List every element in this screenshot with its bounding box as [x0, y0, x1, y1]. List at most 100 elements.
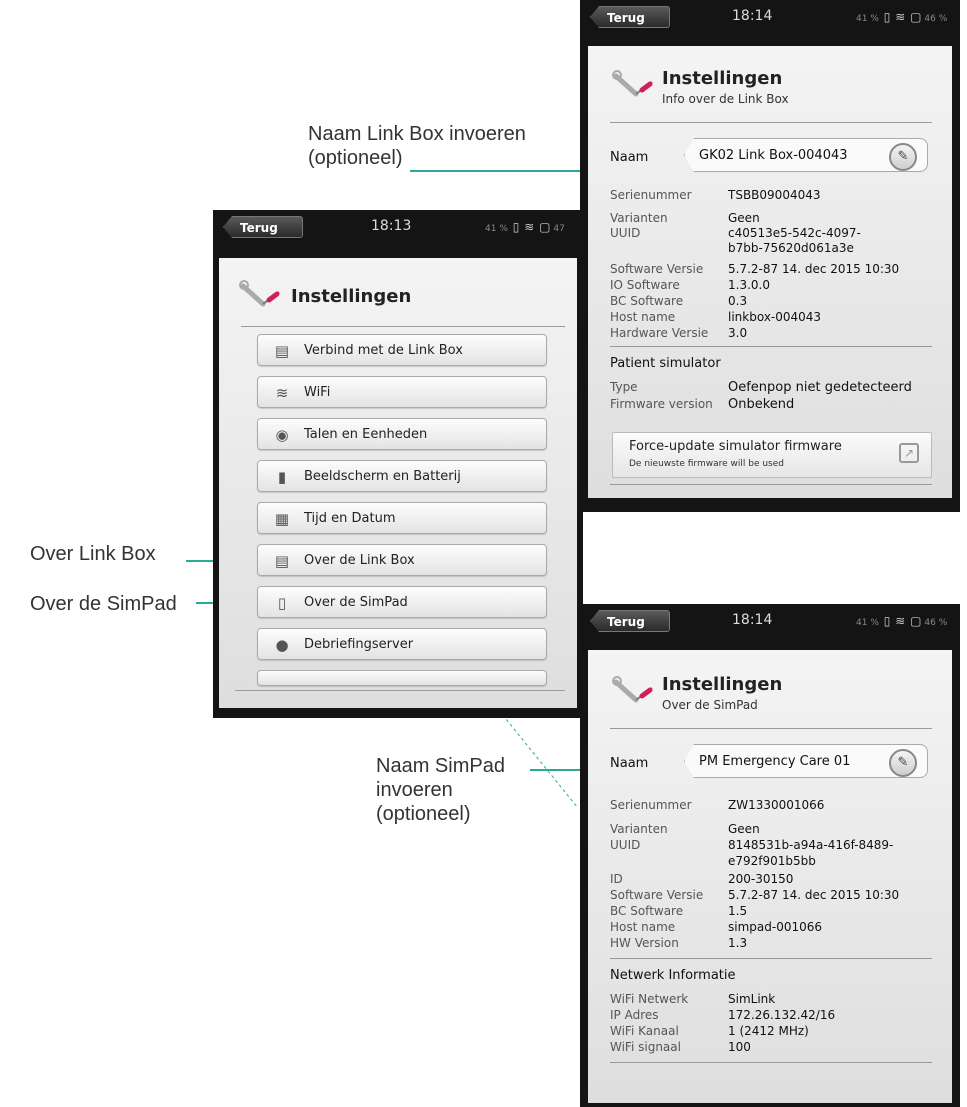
row-value: 5.7.2-87 14. dec 2015 10:30	[728, 888, 900, 902]
page-subtitle: Info over de Link Box	[662, 92, 789, 106]
row-value: linkbox-004043	[728, 310, 822, 324]
edit-pencil-icon[interactable]: ✎	[889, 749, 917, 777]
force-update-title: Force-update simulator firmware	[629, 439, 842, 454]
battery-icon: ▯	[883, 10, 891, 24]
menu-item-display-battery[interactable]: ▮ Beeldscherm en Batterij	[257, 460, 547, 492]
menu-item-debriefing-server[interactable]: ● Debriefingserver	[257, 628, 547, 660]
row-value: 1.3	[728, 936, 748, 950]
menu-item-about-simpad[interactable]: ▯ Over de SimPad	[257, 586, 547, 618]
screen-icon: ▢	[910, 614, 922, 628]
section-title: Patient simulator	[610, 356, 721, 371]
status-right-value: 46 %	[924, 618, 948, 628]
row-label: HW Version	[610, 936, 679, 950]
callout-text: (optioneel)	[308, 147, 403, 169]
callout-simpad-name: Naam SimPad invoeren (optioneel)	[376, 754, 505, 826]
page-title: Instellingen	[662, 674, 783, 695]
row-label: IO Software	[610, 278, 680, 292]
globe-icon: ◉	[275, 426, 289, 444]
row-label: Serienummer	[610, 798, 692, 812]
menu-item-about-linkbox[interactable]: ▤ Over de Link Box	[257, 544, 547, 576]
status-bar: Terug 18:13 41 % ▯ ≋ ▢ 47	[213, 210, 583, 246]
settings-menu-screen: Terug 18:13 41 % ▯ ≋ ▢ 47 Instellingen ▤…	[213, 210, 583, 718]
wrench-screwdriver-icon	[239, 280, 280, 307]
page-subtitle: Over de SimPad	[662, 698, 758, 712]
screen-icon: ▢	[910, 10, 922, 24]
wrench-screwdriver-icon	[612, 70, 653, 97]
row-label: Software Versie	[610, 262, 704, 276]
menu-item-label: Over de Link Box	[304, 553, 415, 568]
force-update-subtitle: De nieuwste firmware will be used	[629, 459, 784, 469]
screen-icon: ▢	[539, 220, 551, 234]
menu-item-wifi[interactable]: ≋ WiFi	[257, 376, 547, 408]
wifi-status-icon: ≋	[524, 220, 535, 234]
name-label: Naam	[610, 756, 649, 771]
page-title: Instellingen	[291, 286, 412, 307]
menu-item-label: Over de SimPad	[304, 595, 408, 610]
battery-icon: ▯	[883, 614, 891, 628]
back-button[interactable]: Terug	[223, 216, 303, 238]
display-battery-icon: ▮	[277, 468, 287, 486]
name-field-value: PM Emergency Care 01	[699, 754, 851, 769]
callout-text: Naam SimPad	[376, 755, 505, 777]
row-value: 172.26.132.42/16	[728, 1008, 836, 1022]
status-indicators: 41 % ▯ ≋ ▢ 46 %	[856, 10, 947, 24]
status-bar: Terug 18:14 41 % ▯ ≋ ▢ 46 %	[580, 0, 960, 36]
row-label: IP Adres	[610, 1008, 659, 1022]
row-value: 1 (2412 MHz)	[728, 1024, 809, 1038]
row-label: Type	[610, 380, 638, 394]
row-label: Firmware version	[610, 397, 713, 411]
menu-item-label: Tijd en Datum	[304, 511, 396, 526]
wifi-status-icon: ≋	[895, 614, 906, 628]
row-label: UUID	[610, 226, 641, 240]
row-value: e792f901b5bb	[728, 854, 816, 868]
row-value: TSBB09004043	[728, 188, 821, 202]
calendar-clock-icon: ▦	[274, 510, 290, 528]
row-label: Varianten	[610, 822, 668, 836]
row-value: c40513e5-542c-4097-	[728, 226, 861, 240]
menu-item-label: Debriefingserver	[304, 637, 414, 652]
settings-panel: Instellingen ▤ Verbind met de Link Box ≋…	[219, 258, 577, 708]
divider	[610, 346, 932, 347]
edit-pencil-icon[interactable]: ✎	[889, 143, 917, 171]
page-title: Instellingen	[662, 68, 783, 89]
row-label: WiFi Netwerk	[610, 992, 689, 1006]
battery-percent: 41 %	[856, 618, 879, 628]
menu-item-languages-units[interactable]: ◉ Talen en Eenheden	[257, 418, 547, 450]
linkbox-info-panel: Instellingen Info over de Link Box Naam …	[588, 46, 952, 498]
clock: 18:13	[371, 218, 412, 234]
menu-item-label: Talen en Eenheden	[304, 427, 428, 442]
menu-item-time-date[interactable]: ▦ Tijd en Datum	[257, 502, 547, 534]
row-label: ID	[610, 872, 623, 886]
row-label: Software Versie	[610, 888, 704, 902]
row-value: simpad-001066	[728, 920, 823, 934]
linkbox-name-field[interactable]: GK02 Link Box-004043 ✎	[684, 138, 928, 172]
row-label: Host name	[610, 310, 676, 324]
force-update-firmware-button[interactable]: Force-update simulator firmware De nieuw…	[612, 432, 932, 478]
section-title: Netwerk Informatie	[610, 968, 736, 983]
back-button[interactable]: Terug	[590, 610, 670, 632]
divider	[235, 690, 565, 691]
row-label: BC Software	[610, 904, 684, 918]
row-label: WiFi signaal	[610, 1040, 681, 1054]
simpad-info-icon: ▯	[277, 594, 287, 612]
camera-icon: ●	[275, 636, 289, 654]
row-value: b7bb-75620d061a3e	[728, 241, 854, 255]
divider	[610, 1062, 932, 1063]
row-label: UUID	[610, 838, 641, 852]
simpad-info-screen: Terug 18:14 41 % ▯ ≋ ▢ 46 % Instellingen…	[580, 604, 960, 1107]
simpad-name-field[interactable]: PM Emergency Care 01 ✎	[684, 744, 928, 778]
back-button[interactable]: Terug	[590, 6, 670, 28]
callout-linkbox-name: Naam Link Box invoeren (optioneel)	[308, 122, 526, 170]
wifi-icon: ≋	[275, 384, 289, 402]
row-value: 8148531b-a94a-416f-8489-	[728, 838, 894, 852]
row-value: 5.7.2-87 14. dec 2015 10:30	[728, 262, 900, 276]
row-value: ZW1330001066	[728, 798, 825, 812]
menu-item-connect-linkbox[interactable]: ▤ Verbind met de Link Box	[257, 334, 547, 366]
clock: 18:14	[732, 612, 773, 628]
row-value: 200-30150	[728, 872, 794, 886]
menu-item-partial[interactable]	[257, 670, 547, 686]
simpad-info-panel: Instellingen Over de SimPad Naam PM Emer…	[588, 650, 952, 1103]
row-value: 3.0	[728, 326, 748, 340]
row-value: 1.3.0.0	[728, 278, 770, 292]
row-value: Geen	[728, 211, 760, 225]
